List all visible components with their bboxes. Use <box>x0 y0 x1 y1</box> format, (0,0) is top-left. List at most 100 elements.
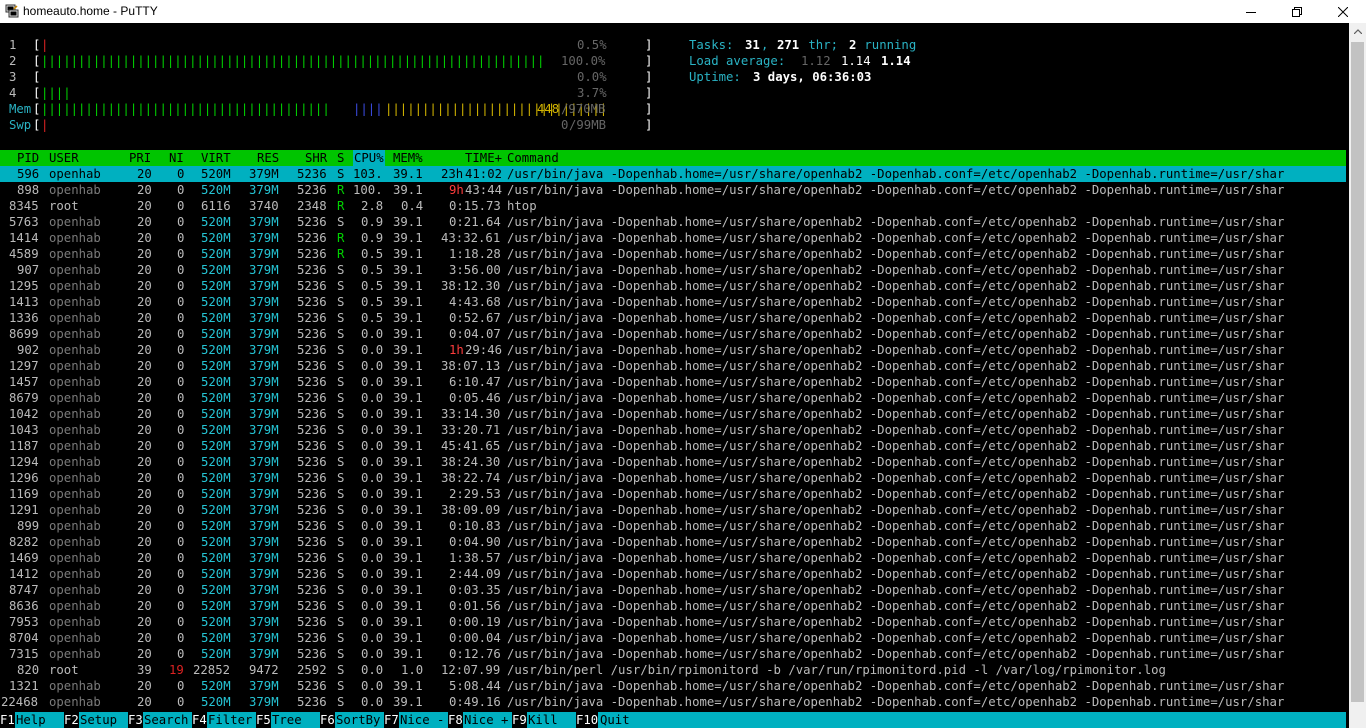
process-row[interactable]: 899 openhab 20 0 520M 379M 5236 S 0.0 39.1 0:10.83… <box>0 518 1346 534</box>
process-row[interactable]: 22468 openhab 20 0 520M 379M 5236 S 0.0 39.1 0:49.… <box>0 694 1346 710</box>
process-row[interactable]: 7953 openhab 20 0 520M 379M 5236 S 0.0 39.1 0:00.1… <box>0 614 1346 630</box>
function-key-f5[interactable]: F5 <box>256 712 271 728</box>
process-res: 379M <box>249 631 279 645</box>
process-row[interactable]: 8699 openhab 20 0 520M 379M 5236 S 0.0 39.1 0:04.0… <box>0 326 1346 342</box>
function-key-label[interactable]: Tree <box>272 712 316 728</box>
function-key-label[interactable]: Kill <box>528 712 572 728</box>
column-header-virt[interactable]: VIRT <box>201 150 231 166</box>
column-header-pri[interactable]: PRI <box>129 150 151 166</box>
process-cpu: 100. <box>353 183 383 197</box>
process-shr: 5236 <box>297 167 327 181</box>
process-ni: 0 <box>177 519 185 533</box>
process-row[interactable]: 1296 openhab 20 0 520M 379M 5236 S 0.0 39.1 38:22.… <box>0 470 1346 486</box>
process-row[interactable]: 1469 openhab 20 0 520M 379M 5236 S 0.0 39.1 1:38.5… <box>0 550 1346 566</box>
process-row[interactable]: 8747 openhab 20 0 520M 379M 5236 S 0.0 39.1 0:03.3… <box>0 582 1346 598</box>
process-cpu: 0.0 <box>361 327 384 341</box>
process-row[interactable]: 1187 openhab 20 0 520M 379M 5236 S 0.0 39.1 45:41.… <box>0 438 1346 454</box>
column-header-ni[interactable]: NI <box>169 150 184 166</box>
scroll-thumb[interactable] <box>1351 42 1364 702</box>
column-header-user[interactable]: USER <box>49 150 79 166</box>
process-pid: 1321 <box>9 679 39 693</box>
function-key-label[interactable]: Filter <box>208 712 252 728</box>
function-key-f7[interactable]: F7 <box>384 712 399 728</box>
process-row[interactable]: 7315 openhab 20 0 520M 379M 5236 S 0.0 39.1 0:12.7… <box>0 646 1346 662</box>
process-row[interactable]: 1414 openhab 20 0 520M 379M 5236 R 0.9 39.1 43:32.… <box>0 230 1346 246</box>
process-row[interactable]: 4589 openhab 20 0 520M 379M 5236 R 0.5 39.1 1:18.2… <box>0 246 1346 262</box>
terminal-area[interactable]: 1[| 0.5%] 2[||||||||||||||||||||||||||||||… <box>0 23 1349 728</box>
process-row[interactable]: 1321 openhab 20 0 520M 379M 5236 S 0.0 39.1 5:08.4… <box>0 678 1346 694</box>
process-row[interactable]: 1336 openhab 20 0 520M 379M 5236 S 0.5 39.1 0:52.6… <box>0 310 1346 326</box>
column-header-s[interactable]: S <box>337 150 344 166</box>
process-row[interactable]: 8282 openhab 20 0 520M 379M 5236 S 0.0 39.1 0:04.9… <box>0 534 1346 550</box>
process-row[interactable]: 1457 openhab 20 0 520M 379M 5236 S 0.0 39.1 6:10.4… <box>0 374 1346 390</box>
putty-icon[interactable] <box>5 4 19 18</box>
process-table[interactable]: 596 openhab 20 0 520M 379M 5236 S 103. 39.1 23h 41:… <box>0 166 1346 710</box>
process-row[interactable]: 8679 openhab 20 0 520M 379M 5236 S 0.0 39.1 0:05.4… <box>0 390 1346 406</box>
function-key-label[interactable]: Search <box>144 712 188 728</box>
process-time-hours: 9h <box>449 183 464 197</box>
process-row[interactable]: 1294 openhab 20 0 520M 379M 5236 S 0.0 39.1 38:24.… <box>0 454 1346 470</box>
function-key-f1[interactable]: F1 <box>0 712 15 728</box>
process-row[interactable]: 8345 root 20 0 6116 3740 2348 R 2.8 0.4 0:15.73 hto… <box>0 198 1346 214</box>
process-row[interactable]: 5763 openhab 20 0 520M 379M 5236 S 0.9 39.1 0:21.6… <box>0 214 1346 230</box>
process-row[interactable]: 8636 openhab 20 0 520M 379M 5236 S 0.0 39.1 0:01.5… <box>0 598 1346 614</box>
scroll-up-button[interactable] <box>1349 23 1366 40</box>
function-key-f9[interactable]: F9 <box>512 712 527 728</box>
function-key-label[interactable]: SortBy <box>336 712 380 728</box>
minimize-button[interactable] <box>1228 0 1274 23</box>
process-row[interactable]: 1412 openhab 20 0 520M 379M 5236 S 0.0 39.1 2:44.0… <box>0 566 1346 582</box>
process-pri: 20 <box>137 375 152 389</box>
function-key-f4[interactable]: F4 <box>192 712 207 728</box>
function-key-label[interactable]: Nice + <box>464 712 508 728</box>
process-mem: 39.1 <box>393 311 423 325</box>
column-header-cpu[interactable]: CPU% <box>353 150 385 166</box>
process-mem: 39.1 <box>393 183 423 197</box>
process-row-text: 5763 openhab 20 0 520M 379M 5236 S 0.9 39.1 0:21.6… <box>1 214 1341 230</box>
process-row[interactable]: 1291 openhab 20 0 520M 379M 5236 S 0.0 39.1 38:09.… <box>0 502 1346 518</box>
process-cmd: /usr/bin/java -Dopenhab.home=/usr/share/… <box>507 231 1285 245</box>
process-res: 379M <box>249 679 279 693</box>
function-key-label[interactable]: Quit <box>600 712 630 728</box>
column-header-res[interactable]: RES <box>257 150 279 166</box>
process-row[interactable]: 898 openhab 20 0 520M 379M 5236 R 100. 39.1 9h 43:4… <box>0 182 1346 198</box>
process-row[interactable]: 1043 openhab 20 0 520M 379M 5236 S 0.0 39.1 33:20.… <box>0 422 1346 438</box>
process-res: 379M <box>249 311 279 325</box>
process-row[interactable]: 1169 openhab 20 0 520M 379M 5236 S 0.0 39.1 2:29.5… <box>0 486 1346 502</box>
function-key-f8[interactable]: F8 <box>448 712 463 728</box>
process-res: 379M <box>249 167 279 181</box>
process-row[interactable]: 1042 openhab 20 0 520M 379M 5236 S 0.0 39.1 33:14.… <box>0 406 1346 422</box>
process-row[interactable]: 8704 openhab 20 0 520M 379M 5236 S 0.0 39.1 0:00.0… <box>0 630 1346 646</box>
function-key-label[interactable]: Nice - <box>400 712 444 728</box>
column-header-shr[interactable]: SHR <box>305 150 327 166</box>
vertical-scrollbar[interactable] <box>1349 23 1366 728</box>
process-row[interactable]: 596 openhab 20 0 520M 379M 5236 S 103. 39.1 23h 41:… <box>0 166 1346 182</box>
function-key-f2[interactable]: F2 <box>64 712 79 728</box>
process-virt: 520M <box>201 551 231 565</box>
process-row[interactable]: 1297 openhab 20 0 520M 379M 5236 S 0.0 39.1 38:07.… <box>0 358 1346 374</box>
process-row[interactable]: 907 openhab 20 0 520M 379M 5236 S 0.5 39.1 3:56.00… <box>0 262 1346 278</box>
column-header-mem[interactable]: MEM% <box>393 150 423 166</box>
process-row[interactable]: 902 openhab 20 0 520M 379M 5236 S 0.0 39.1 1h 29:46… <box>0 342 1346 358</box>
process-row[interactable]: 1413 openhab 20 0 520M 379M 5236 S 0.5 39.1 4:43.6… <box>0 294 1346 310</box>
title-bar[interactable]: homeauto.home - PuTTY <box>0 0 1366 23</box>
process-row[interactable]: 1295 openhab 20 0 520M 379M 5236 S 0.5 39.1 38:12.… <box>0 278 1346 294</box>
process-ni: 0 <box>177 503 185 517</box>
process-user: openhab <box>49 631 101 645</box>
process-row[interactable]: 820 root 39 19 22852 9472 2592 S 0.0 1.0 12:07.99 /… <box>0 662 1346 678</box>
process-table-header[interactable]: PID USER PRI NI VIRT RES SHR S CPU% MEM% TIME+ Comm… <box>0 150 1346 166</box>
process-res: 379M <box>249 439 279 453</box>
process-row-text: 22468 openhab 20 0 520M 379M 5236 S 0.0 39.1 0:49.… <box>1 694 1341 710</box>
function-key-label[interactable]: Help <box>16 712 60 728</box>
process-s: S <box>337 343 345 357</box>
function-key-f6[interactable]: F6 <box>320 712 335 728</box>
function-key-f10[interactable]: F10 <box>576 712 599 728</box>
column-header-pid[interactable]: PID <box>17 150 39 166</box>
memory-bar-buffers: |||| <box>353 102 383 116</box>
maximize-button[interactable] <box>1274 0 1320 23</box>
column-header-time[interactable]: TIME+ <box>465 150 502 166</box>
function-key-label[interactable]: Setup <box>80 712 124 728</box>
function-key-bar[interactable]: F1 Help F2 Setup F3 Search F4 Filter F5 Tree F6… <box>0 712 1346 728</box>
close-button[interactable] <box>1320 0 1366 23</box>
column-header-command[interactable]: Command <box>507 150 559 166</box>
function-key-f3[interactable]: F3 <box>128 712 143 728</box>
